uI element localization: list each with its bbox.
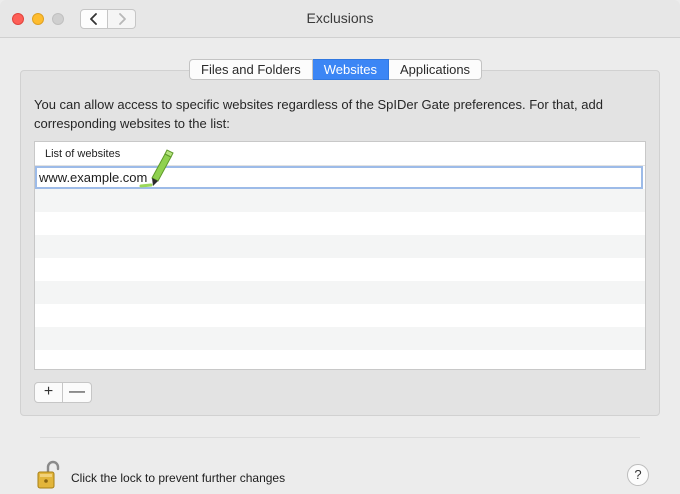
tab-websites[interactable]: Websites bbox=[312, 59, 389, 80]
preferences-window: Exclusions Files and Folders Websites Ap… bbox=[0, 0, 680, 494]
list-item[interactable] bbox=[35, 212, 645, 235]
list-column-header[interactable]: List of websites bbox=[35, 142, 645, 166]
list-item[interactable] bbox=[35, 327, 645, 350]
list-item-editing[interactable]: www.example.com bbox=[35, 166, 645, 189]
footer-divider bbox=[40, 437, 640, 438]
description-text: You can allow access to specific website… bbox=[34, 97, 603, 131]
website-edit-field[interactable]: www.example.com bbox=[35, 166, 643, 189]
list-item[interactable] bbox=[35, 235, 645, 258]
tab-files-and-folders[interactable]: Files and Folders bbox=[189, 59, 313, 80]
highlighter-pen-icon bbox=[139, 149, 174, 188]
list-edit-controls: + — bbox=[34, 382, 92, 403]
list-item[interactable] bbox=[35, 189, 645, 212]
list-item[interactable] bbox=[35, 304, 645, 327]
tab-bar: Files and Folders Websites Applications bbox=[189, 59, 483, 80]
tab-applications[interactable]: Applications bbox=[388, 59, 483, 80]
websites-list[interactable]: List of websites www.example.com bbox=[34, 141, 646, 370]
window-title: Exclusions bbox=[306, 10, 374, 26]
lock-status-text: Click the lock to prevent further change… bbox=[71, 471, 286, 485]
remove-website-button[interactable]: — bbox=[63, 382, 92, 403]
title-bar: Exclusions bbox=[0, 0, 680, 38]
list-rows: www.example.com bbox=[35, 166, 645, 369]
help-button[interactable]: ? bbox=[627, 464, 649, 486]
list-item[interactable] bbox=[35, 281, 645, 304]
list-item[interactable] bbox=[35, 350, 645, 369]
add-website-button[interactable]: + bbox=[34, 382, 63, 403]
unlocked-padlock-icon[interactable] bbox=[36, 460, 62, 490]
list-item[interactable] bbox=[35, 258, 645, 281]
